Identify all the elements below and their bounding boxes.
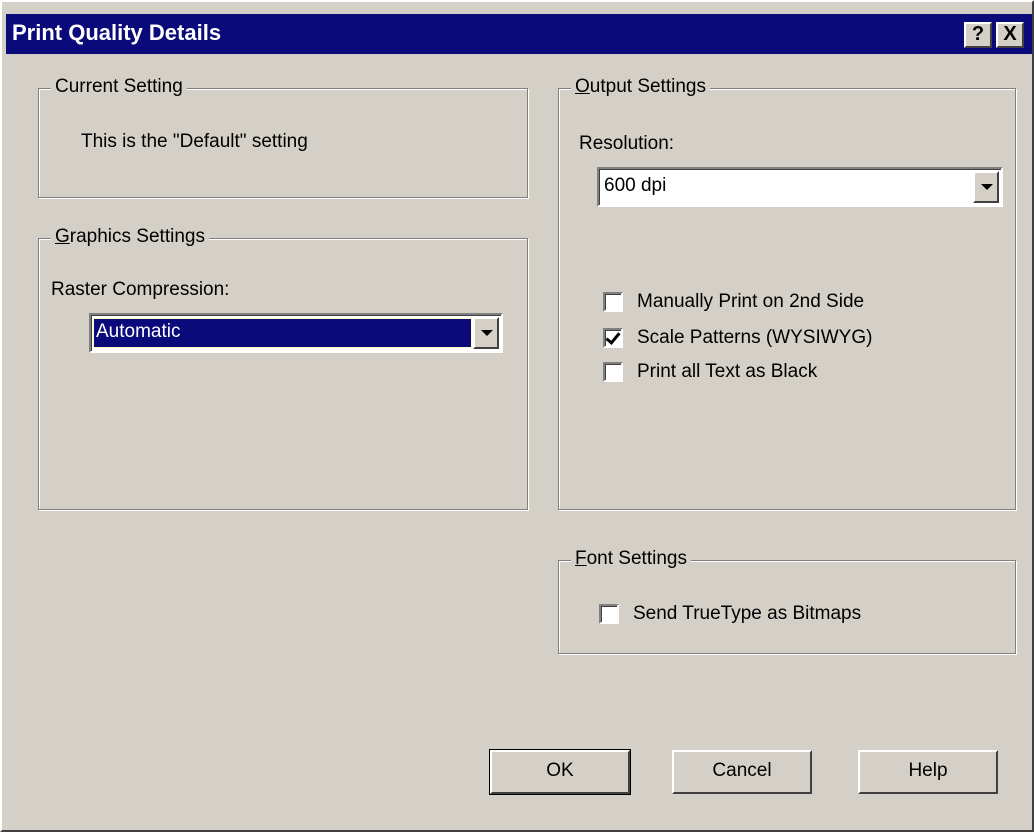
graphics-settings-group: Graphics Settings Raster Compression: Au… <box>38 226 528 510</box>
raster-compression-select[interactable]: Automatic <box>89 313 503 353</box>
cancel-button[interactable]: Cancel <box>672 750 812 794</box>
checkbox-box[interactable] <box>599 604 619 624</box>
output-settings-group: Output Settings Resolution: 600 dpi Manu… <box>558 76 1016 510</box>
send-truetype-bitmaps-checkbox[interactable]: Send TrueType as Bitmaps <box>599 601 861 627</box>
manual-duplex-checkbox[interactable]: Manually Print on 2nd Side <box>603 289 864 315</box>
checkbox-box-checked[interactable] <box>603 328 623 348</box>
graphics-settings-legend: Graphics Settings <box>51 226 209 248</box>
close-icon[interactable]: X <box>996 22 1024 48</box>
resolution-label: Resolution: <box>579 133 675 154</box>
resolution-value: 600 dpi <box>604 175 667 196</box>
raster-compression-value: Automatic <box>93 318 472 348</box>
checkbox-box[interactable] <box>603 292 623 312</box>
title-bar[interactable]: Print Quality Details ? X <box>6 14 1032 54</box>
scale-patterns-label: Scale Patterns (WYSIWYG) <box>637 327 873 348</box>
help-icon[interactable]: ? <box>964 22 992 48</box>
resolution-select[interactable]: 600 dpi <box>597 167 1003 207</box>
print-text-black-label: Print all Text as Black <box>637 361 818 382</box>
chevron-down-icon[interactable] <box>473 317 499 349</box>
current-setting-legend: Current Setting <box>51 76 187 98</box>
help-button[interactable]: Help <box>858 750 998 794</box>
print-text-black-checkbox[interactable]: Print all Text as Black <box>603 359 817 385</box>
chevron-down-icon[interactable] <box>973 171 999 203</box>
send-truetype-bitmaps-label: Send TrueType as Bitmaps <box>633 603 862 624</box>
font-settings-group: Font Settings Send TrueType as Bitmaps <box>558 548 1016 654</box>
current-setting-text: This is the "Default" setting <box>81 131 308 152</box>
scale-patterns-checkbox[interactable]: Scale Patterns (WYSIWYG) <box>603 325 872 351</box>
manual-duplex-label: Manually Print on 2nd Side <box>637 291 865 312</box>
raster-compression-label: Raster Compression: <box>51 279 230 300</box>
checkbox-box[interactable] <box>603 362 623 382</box>
font-settings-legend: Font Settings <box>571 548 691 570</box>
current-setting-group: Current Setting This is the "Default" se… <box>38 76 528 198</box>
window-title: Print Quality Details <box>12 20 222 45</box>
ok-button[interactable]: OK <box>489 749 631 795</box>
output-settings-legend: Output Settings <box>571 76 710 98</box>
print-quality-dialog: Print Quality Details ? X Current Settin… <box>0 0 1034 832</box>
